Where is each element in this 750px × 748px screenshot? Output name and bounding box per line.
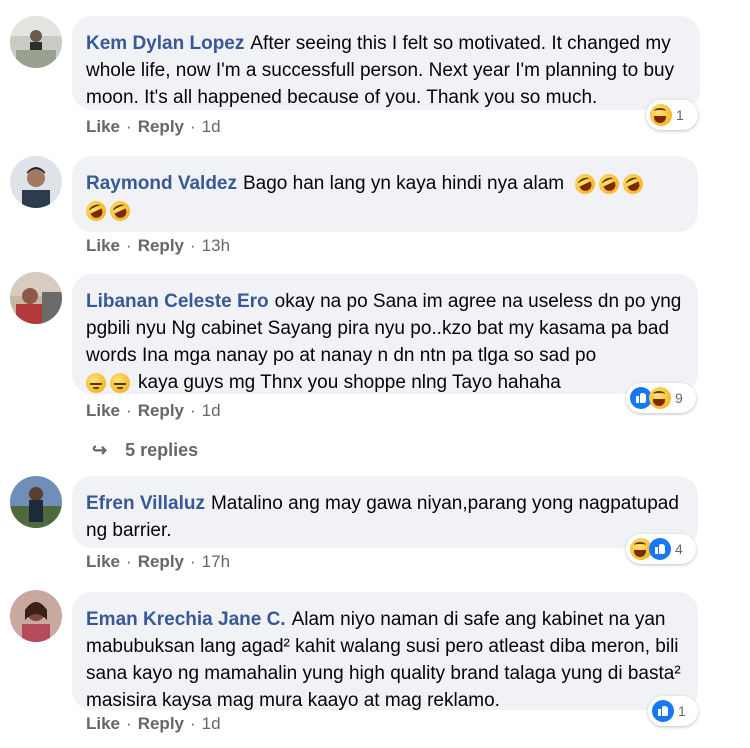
comment-author[interactable]: Eman Krechia Jane C. <box>86 609 286 630</box>
reaction-count: 9 <box>675 390 683 406</box>
comment-time[interactable]: 1d <box>202 714 221 733</box>
comment-author[interactable]: Libanan Celeste Ero <box>86 291 269 312</box>
reactions-summary[interactable]: 1 <box>646 100 698 130</box>
like-link[interactable]: Like <box>86 714 120 733</box>
comment-text-continued: kaya guys mg Thnx you shoppe nlng Tayo h… <box>138 372 561 393</box>
like-link[interactable]: Like <box>86 401 120 420</box>
comment-time[interactable]: 1d <box>202 401 221 420</box>
comment-bubble: Eman Krechia Jane C. Alam niyo naman di s… <box>72 592 698 711</box>
comment-bubble: Raymond Valdez Bago han lang yn kaya hind… <box>72 156 698 232</box>
laugh-emoji-icon <box>649 387 671 409</box>
rofl-emoji-icon <box>596 170 623 198</box>
comment-author[interactable]: Kem Dylan Lopez <box>86 33 244 54</box>
like-reaction-icon <box>649 538 671 560</box>
like-link[interactable]: Like <box>86 236 120 255</box>
comment-bubble: Kem Dylan Lopez After seeing this I felt … <box>72 16 700 110</box>
comment-author[interactable]: Efren Villaluz <box>86 493 205 514</box>
rofl-emoji-icon <box>620 170 647 198</box>
like-link[interactable]: Like <box>86 552 120 571</box>
reply-link[interactable]: Reply <box>138 552 184 571</box>
comment-actions: Like · Reply · 1d <box>86 117 221 136</box>
reply-link[interactable]: Reply <box>138 401 184 420</box>
avatar[interactable] <box>10 16 62 68</box>
avatar[interactable] <box>10 590 62 642</box>
like-link[interactable]: Like <box>86 117 120 136</box>
comment-actions: Like · Reply · 13h <box>86 236 231 255</box>
sad-emoji-icon <box>110 372 130 393</box>
replies-count-label: 5 replies <box>125 440 199 460</box>
rofl-emoji-icon <box>106 197 134 225</box>
comment-actions: Like · Reply · 1d <box>86 401 221 420</box>
comment-text: Bago han lang yn kaya hindi nya alam <box>243 173 565 194</box>
comment-actions: Like · Reply · 17h <box>86 552 231 571</box>
reaction-count: 1 <box>678 703 686 719</box>
rofl-emoji-icon <box>82 197 110 225</box>
reply-link[interactable]: Reply <box>138 714 184 733</box>
comment-time[interactable]: 13h <box>202 236 230 255</box>
avatar[interactable] <box>10 476 62 528</box>
view-replies-link[interactable]: ↪ 5 replies <box>92 440 198 461</box>
comment-bubble: Libanan Celeste Ero okay na po Sana im ag… <box>72 274 698 394</box>
comment-time[interactable]: 1d <box>202 117 221 136</box>
avatar[interactable] <box>10 156 62 208</box>
comment-bubble: Efren Villaluz Matalino ang may gawa niya… <box>72 476 698 548</box>
comment-author[interactable]: Raymond Valdez <box>86 173 237 194</box>
like-reaction-icon <box>652 700 674 722</box>
comment-time[interactable]: 17h <box>202 552 230 571</box>
reaction-count: 4 <box>675 541 683 557</box>
reply-arrow-icon: ↪ <box>92 440 108 460</box>
sad-emoji-icon <box>86 372 106 393</box>
laugh-emoji-icon <box>650 104 672 126</box>
reactions-summary[interactable]: 4 <box>626 534 696 564</box>
reactions-summary[interactable]: 1 <box>648 696 698 726</box>
rofl-emoji-icon <box>572 170 599 198</box>
reply-link[interactable]: Reply <box>138 236 184 255</box>
avatar[interactable] <box>10 272 62 324</box>
reply-link[interactable]: Reply <box>138 117 184 136</box>
reaction-count: 1 <box>676 107 684 123</box>
reactions-summary[interactable]: 9 <box>626 383 696 413</box>
comment-actions: Like · Reply · 1d <box>86 714 221 733</box>
